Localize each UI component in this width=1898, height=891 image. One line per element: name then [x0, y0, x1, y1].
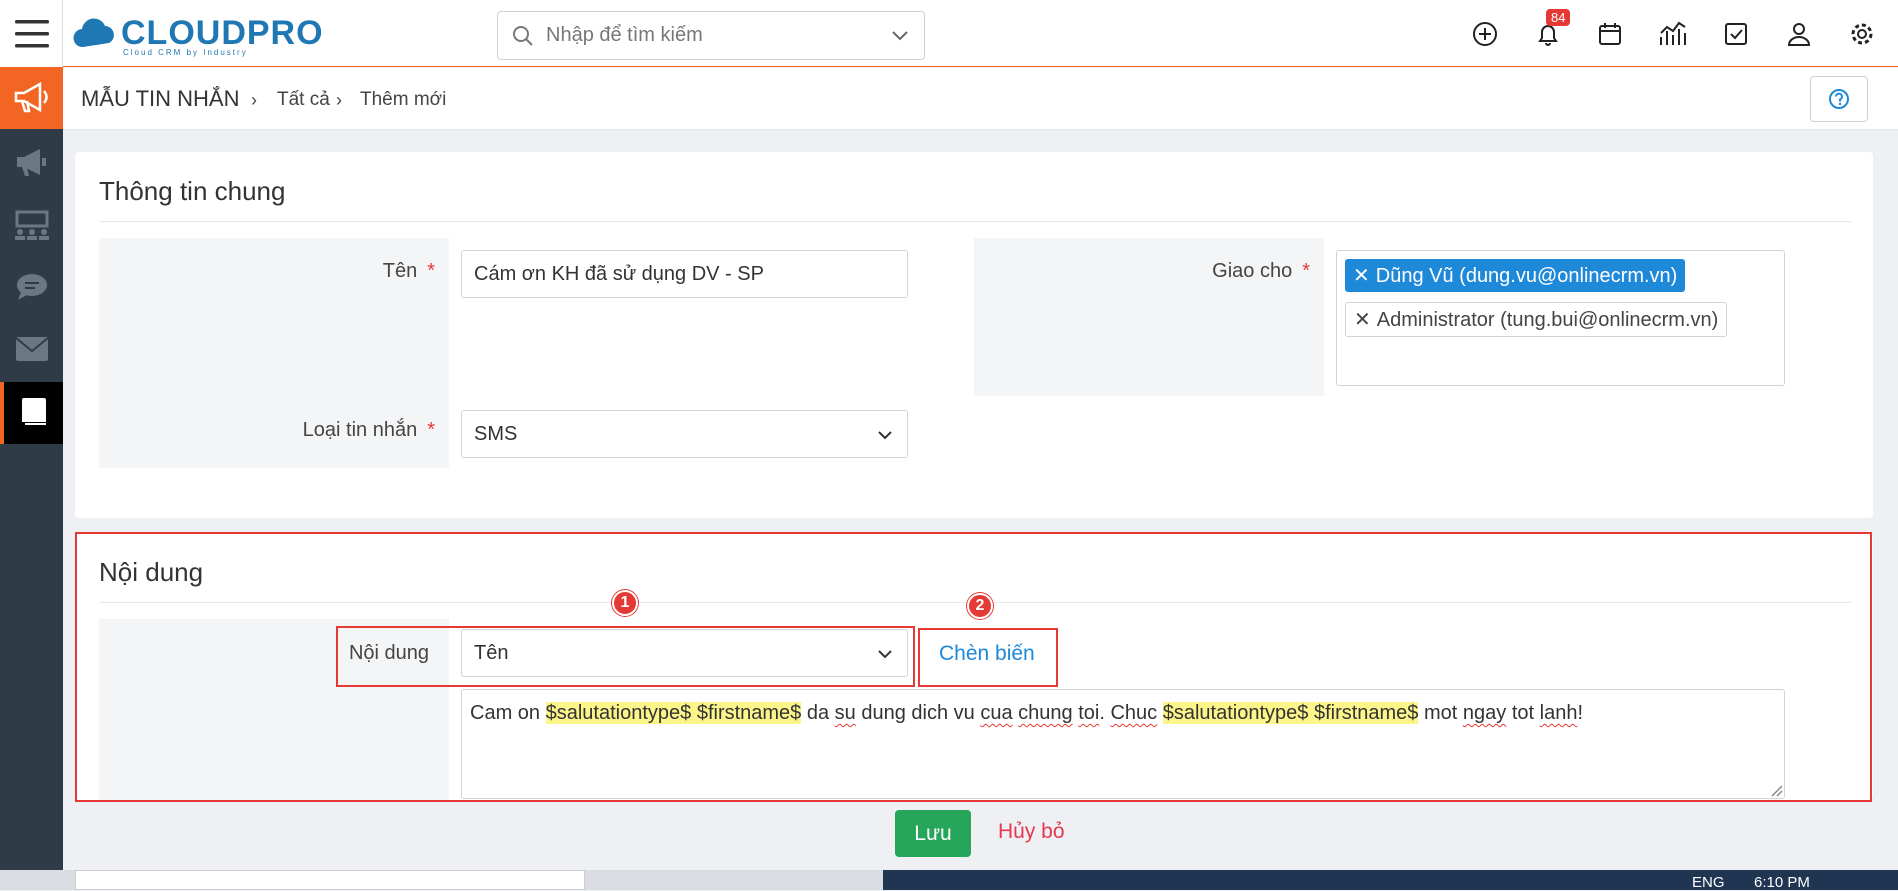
- sidebar-item-marketing[interactable]: [0, 132, 63, 194]
- sidebar-item-email[interactable]: [0, 318, 63, 380]
- hamburger-menu-button[interactable]: [0, 0, 63, 67]
- book-icon: [21, 398, 46, 426]
- presentation-icon: [14, 210, 49, 240]
- cancel-button[interactable]: Hủy bỏ: [998, 820, 1065, 844]
- remove-icon[interactable]: ✕: [1354, 309, 1371, 331]
- sidebar-item-chat[interactable]: [0, 256, 63, 318]
- message-type-label: Loại tin nhắn *: [302, 419, 435, 441]
- user-icon[interactable]: [1785, 20, 1813, 48]
- annotation-marker-1: 1: [612, 590, 638, 616]
- envelope-icon: [14, 337, 49, 361]
- name-label: Tên *: [382, 260, 435, 282]
- breadcrumb-all[interactable]: Tất cả: [277, 89, 330, 111]
- chevron-down-icon[interactable]: [890, 25, 910, 45]
- assignee-tag[interactable]: ✕ Administrator (tung.bui@onlinecrm.vn): [1345, 302, 1728, 337]
- taskbar-search[interactable]: [75, 870, 585, 890]
- help-button[interactable]: [1810, 76, 1868, 122]
- remove-icon[interactable]: ✕: [1353, 265, 1370, 287]
- message-type-value: SMS: [474, 423, 518, 445]
- assignee-multiselect[interactable]: ✕ Dũng Vũ (dung.vu@onlinecrm.vn) ✕ Adminis…: [1336, 250, 1785, 386]
- logo-tagline: Cloud CRM by Industry: [123, 48, 248, 57]
- add-icon[interactable]: [1471, 20, 1499, 48]
- sidebar-item-meetings[interactable]: [0, 194, 63, 256]
- chevron-right-icon: ›: [336, 90, 342, 110]
- taskbar-clock[interactable]: 6:10 PM: [1754, 874, 1810, 891]
- megaphone-icon: [14, 81, 48, 113]
- annotation-variable-select: [336, 626, 915, 687]
- taskbar-language[interactable]: ENG: [1692, 874, 1725, 891]
- search-input[interactable]: Nhập để tìm kiếm: [546, 24, 703, 47]
- bullhorn-icon: [16, 149, 46, 176]
- search-icon: [513, 25, 533, 46]
- breadcrumb-add-new: Thêm mới: [360, 89, 447, 110]
- calendar-icon[interactable]: [1596, 20, 1624, 48]
- save-button[interactable]: Lưu: [895, 810, 971, 857]
- gear-icon[interactable]: [1848, 20, 1876, 48]
- search-box[interactable]: Nhập để tìm kiếm: [497, 11, 925, 60]
- logo-text: CLOUDPRO: [121, 13, 324, 52]
- question-icon: [1829, 89, 1849, 109]
- sidebar-item-templates[interactable]: [0, 382, 63, 444]
- divider: [99, 221, 1851, 222]
- left-rail: [0, 0, 63, 870]
- taskbar-apps: [883, 870, 1898, 890]
- hamburger-icon: [15, 20, 49, 48]
- task-check-icon[interactable]: [1722, 20, 1750, 48]
- panel-title-general: Thông tin chung: [99, 176, 286, 206]
- chevron-right-icon: ›: [251, 90, 257, 110]
- top-bar: CLOUDPRO Cloud CRM by Industry Nhập để t…: [63, 0, 1898, 67]
- breadcrumb: MẪU TIN NHẮN › Tất cả › Thêm mới: [63, 68, 1898, 130]
- message-type-select[interactable]: SMS: [461, 410, 908, 458]
- cloud-logo-icon: [73, 18, 114, 48]
- chevron-down-icon: [878, 431, 892, 440]
- notification-badge: 84: [1546, 9, 1571, 26]
- logo[interactable]: CLOUDPRO Cloud CRM by Industry: [73, 8, 324, 58]
- report-chart-icon[interactable]: [1659, 20, 1687, 48]
- chat-bubble-icon: [16, 274, 47, 300]
- sidebar-item-campaign[interactable]: [0, 67, 63, 129]
- annotation-insert-button: [918, 628, 1058, 687]
- annotation-marker-2: 2: [967, 593, 993, 619]
- general-info-panel: Thông tin chung Tên * Cám ơn KH đã sử dụn…: [75, 152, 1873, 518]
- name-input[interactable]: Cám ơn KH đã sử dụng DV - SP: [461, 250, 908, 298]
- breadcrumb-module[interactable]: MẪU TIN NHẮN: [81, 86, 240, 112]
- assignee-tag[interactable]: ✕ Dũng Vũ (dung.vu@onlinecrm.vn): [1345, 259, 1686, 292]
- assign-label: Giao cho *: [1212, 260, 1310, 282]
